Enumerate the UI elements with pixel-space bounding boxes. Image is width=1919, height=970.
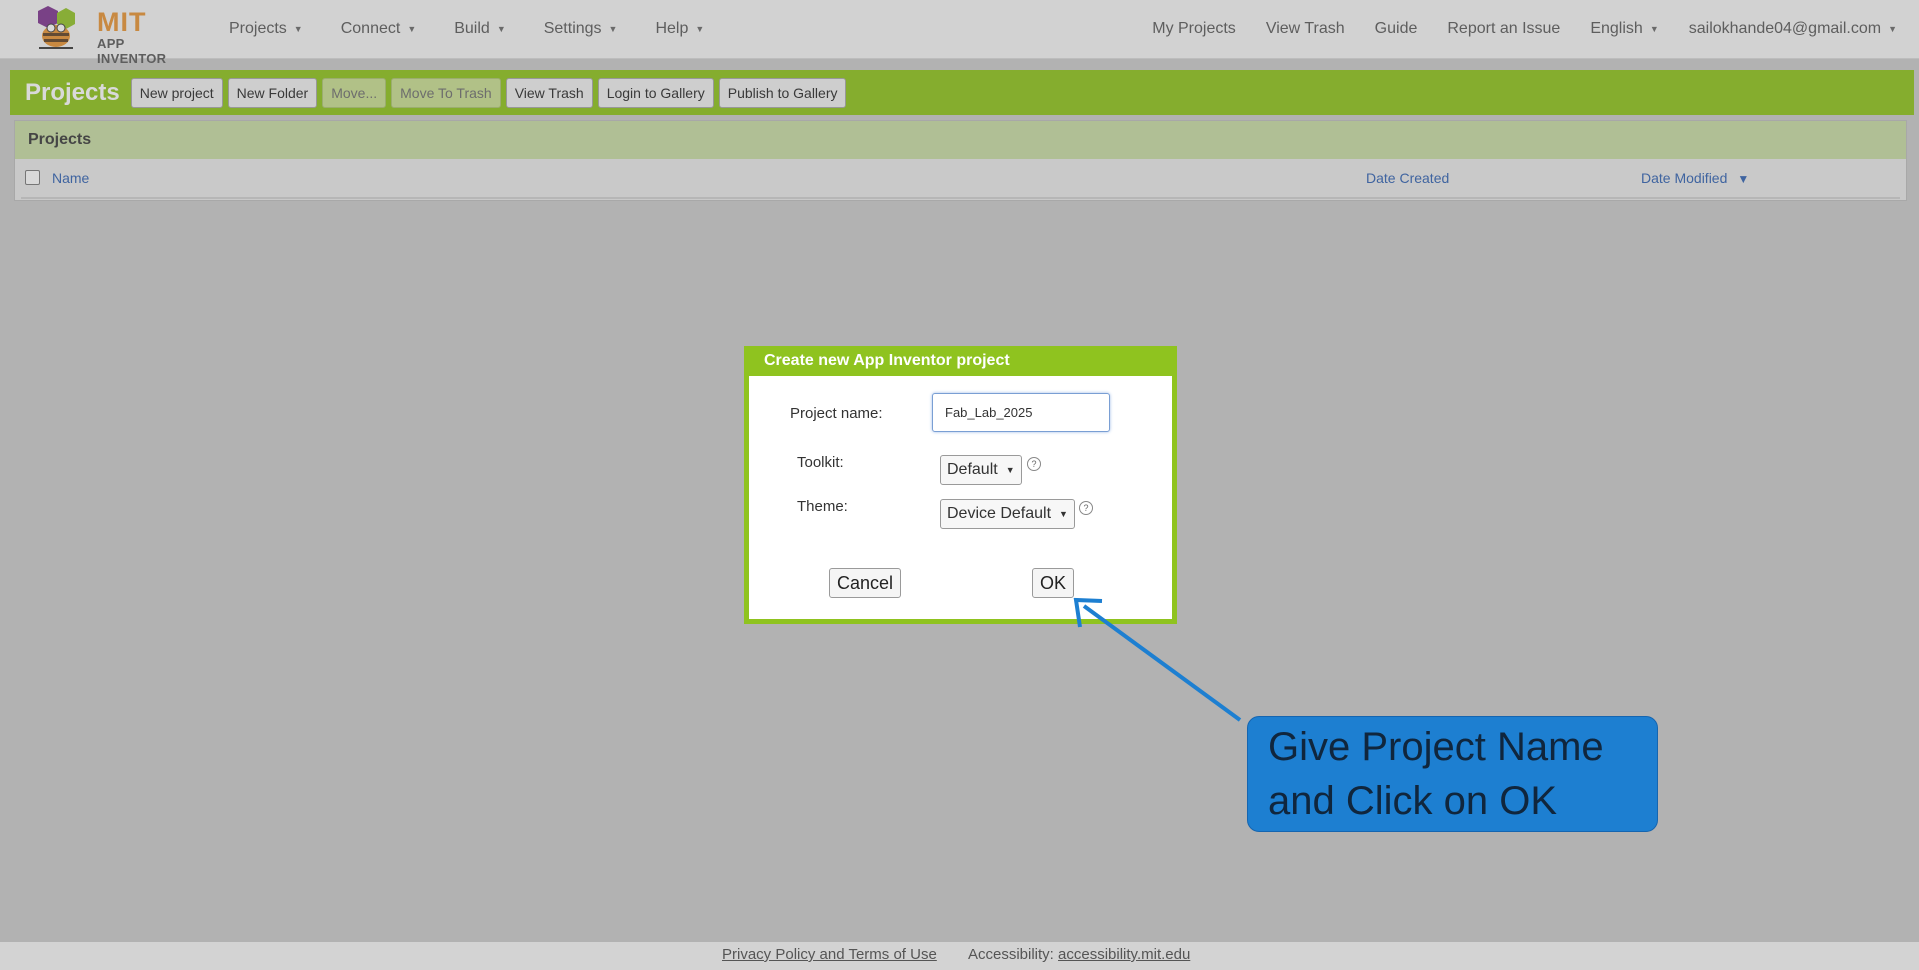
footer: Privacy Policy and Terms of Use Accessib… bbox=[0, 942, 1919, 970]
callout-line-1: Give Project Name bbox=[1268, 725, 1604, 769]
callout-line-2: and Click on OK bbox=[1268, 779, 1558, 823]
annotation-callout: Give Project Name and Click on OK bbox=[1247, 716, 1658, 832]
accessibility-label: Accessibility: bbox=[968, 946, 1054, 963]
accessibility-info: Accessibility: accessibility.mit.edu bbox=[968, 946, 1190, 963]
accessibility-link[interactable]: accessibility.mit.edu bbox=[1058, 946, 1190, 963]
privacy-policy-link[interactable]: Privacy Policy and Terms of Use bbox=[722, 946, 937, 963]
